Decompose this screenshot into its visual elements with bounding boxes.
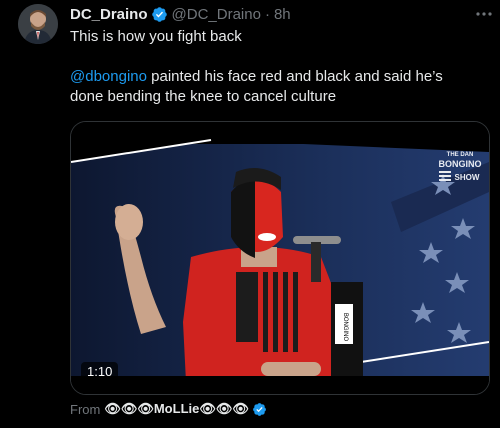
watermark-line2: BONGINO <box>438 159 481 169</box>
show-watermark: THE DAN BONGINO SHOW <box>438 152 481 182</box>
separator-dot: · <box>264 5 270 23</box>
tweet-text-line1: This is how you fight back <box>70 28 242 45</box>
author-handle[interactable]: @DC_Draino <box>172 6 261 23</box>
more-options-icon[interactable] <box>474 4 494 24</box>
tweet-card[interactable]: DC_Draino @DC_Draino · 8h This is how yo… <box>0 0 500 428</box>
verified-badge-icon <box>252 402 267 417</box>
author-name[interactable]: DC_Draino <box>70 6 148 23</box>
verified-badge-icon <box>151 6 168 23</box>
video-player[interactable]: BONGINO THE DAN BONGINO SHOW 1:10 <box>70 121 490 395</box>
source-author-name[interactable]: 👁👁👁MoLLie👁👁👁 <box>104 401 249 417</box>
author-avatar[interactable] <box>18 4 58 44</box>
watermark-line3: SHOW <box>455 173 480 182</box>
tweet-text: This is how you fight back @dbongino pai… <box>70 27 480 107</box>
video-thumbnail: BONGINO <box>71 122 489 394</box>
video-duration: 1:10 <box>81 362 119 381</box>
mention-link[interactable]: @dbongino <box>70 68 147 85</box>
svg-text:BONGINO: BONGINO <box>342 313 348 342</box>
watermark-line1: THE DAN <box>447 152 474 158</box>
tweet-text-body: @dbongino painted his face red and black… <box>70 67 480 107</box>
from-label: From <box>70 401 101 417</box>
tweet-timestamp[interactable]: 8h <box>274 6 291 23</box>
tweet-header: DC_Draino @DC_Draino · 8h <box>70 4 291 24</box>
attribution: From 👁👁👁MoLLie👁👁👁 <box>70 401 267 417</box>
